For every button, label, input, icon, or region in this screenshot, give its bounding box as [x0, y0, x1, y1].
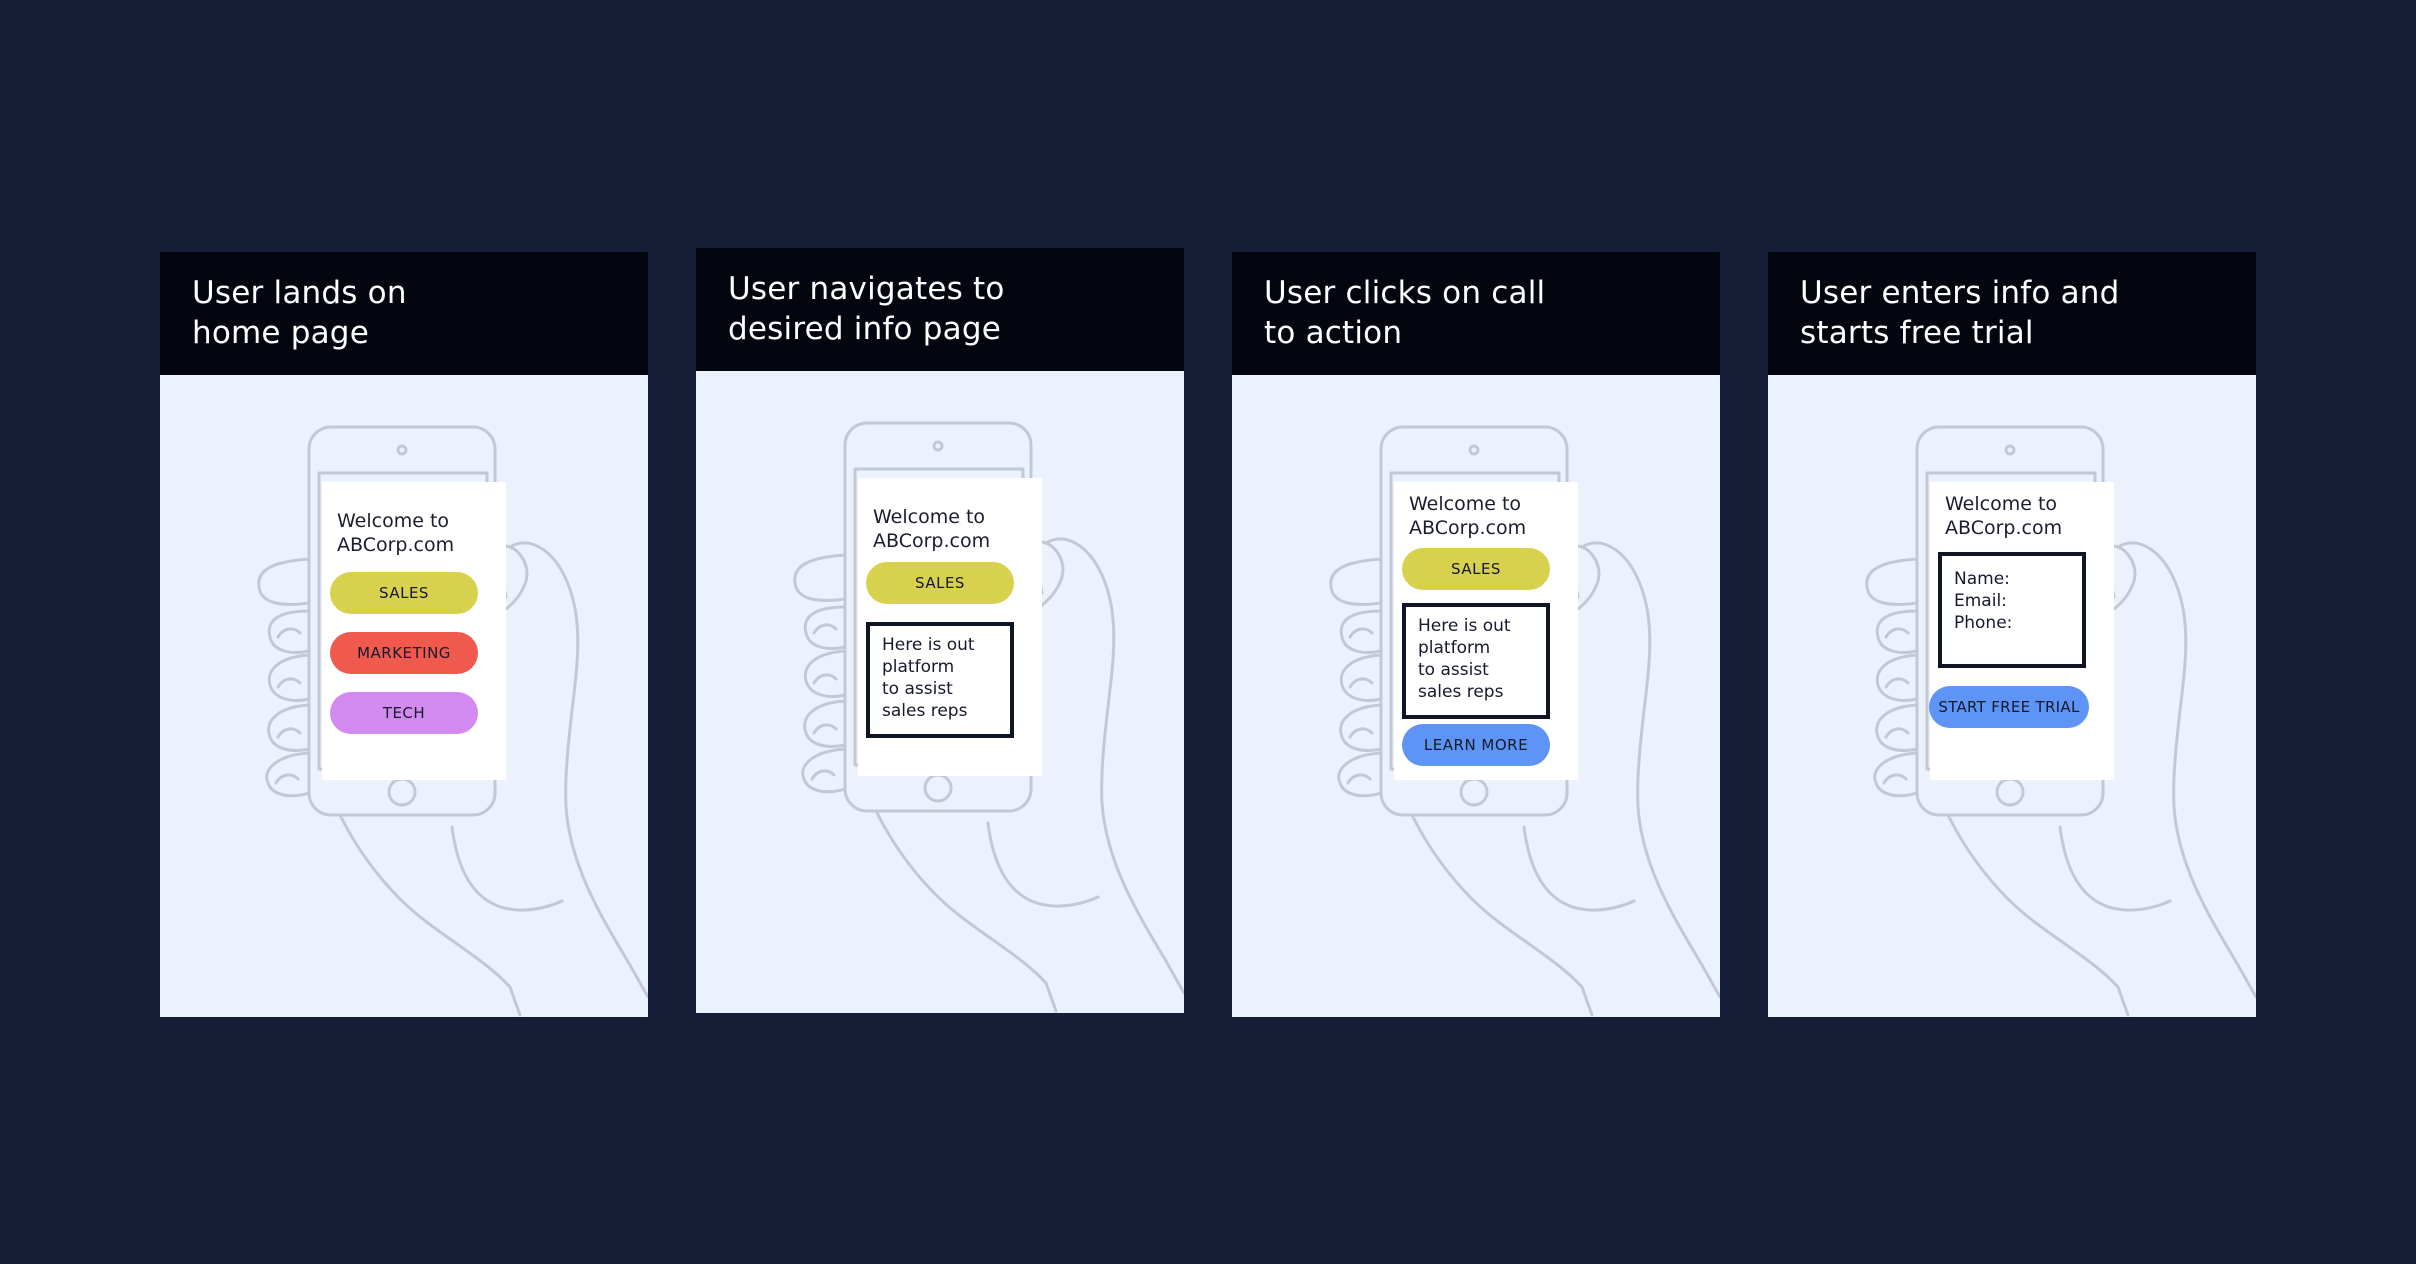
email-field[interactable]: Email:	[1954, 590, 2070, 612]
tech-button[interactable]: TECH	[330, 692, 478, 734]
panel-2: User navigates to desired info page Welc…	[696, 248, 1184, 1013]
marketing-button[interactable]: MARKETING	[330, 632, 478, 674]
phone-screen: Welcome to ABCorp.com SALES Here is out …	[1394, 482, 1578, 780]
start-free-trial-button[interactable]: START FREE TRIAL	[1929, 686, 2089, 728]
phone-illustration: Welcome to ABCorp.com SALES MARKETING TE…	[160, 375, 648, 1017]
title-line: home page	[192, 315, 369, 351]
title-line: starts free trial	[1800, 315, 2034, 351]
phone-screen: Welcome to ABCorp.com Name: Email: Phone…	[1929, 482, 2114, 780]
title-line: User enters info and	[1800, 275, 2120, 311]
panel-3: User clicks on call to action Welcome to…	[1232, 252, 1720, 1017]
title-line: User lands on	[192, 275, 407, 311]
panel-4: User enters info and starts free trial W…	[1768, 252, 2256, 1017]
welcome-line: ABCorp.com	[1945, 517, 2063, 539]
info-line: to assist	[882, 679, 953, 699]
sales-button[interactable]: SALES	[866, 562, 1014, 604]
sales-button[interactable]: SALES	[330, 572, 478, 614]
learn-more-button[interactable]: LEARN MORE	[1402, 724, 1550, 766]
phone-illustration: Welcome to ABCorp.com SALES Here is out …	[696, 371, 1184, 1013]
welcome-text: Welcome to ABCorp.com	[1945, 492, 2105, 540]
title-line: User clicks on call	[1264, 275, 1546, 311]
welcome-line: Welcome to	[337, 510, 450, 532]
panel-title: User navigates to desired info page	[728, 269, 1152, 349]
welcome-text: Welcome to ABCorp.com	[873, 505, 1033, 553]
phone-illustration: Welcome to ABCorp.com Name: Email: Phone…	[1768, 375, 2256, 1017]
welcome-line: Welcome to	[873, 506, 986, 528]
info-line: platform	[882, 657, 955, 677]
panel-header: User lands on home page	[160, 252, 648, 375]
signup-form: Name: Email: Phone:	[1938, 552, 2086, 668]
welcome-line: Welcome to	[1945, 493, 2058, 515]
sales-button[interactable]: SALES	[1402, 548, 1550, 590]
panel-title: User lands on home page	[192, 273, 616, 353]
panel-header: User enters info and starts free trial	[1768, 252, 2256, 375]
name-field[interactable]: Name:	[1954, 568, 2070, 590]
panel-title: User clicks on call to action	[1264, 273, 1688, 353]
panel-header: User clicks on call to action	[1232, 252, 1720, 375]
welcome-text: Welcome to ABCorp.com	[337, 509, 497, 557]
phone-field[interactable]: Phone:	[1954, 612, 2070, 634]
panel-1: User lands on home page Welcome to ABCor…	[160, 252, 648, 1017]
panel-header: User navigates to desired info page	[696, 248, 1184, 371]
phone-screen: Welcome to ABCorp.com SALES MARKETING TE…	[322, 482, 506, 780]
title-line: desired info page	[728, 311, 1002, 347]
welcome-text: Welcome to ABCorp.com	[1409, 492, 1569, 540]
info-box: Here is out platform to assist sales rep…	[1402, 603, 1550, 719]
info-line: sales reps	[1418, 682, 1504, 702]
welcome-line: Welcome to	[1409, 493, 1522, 515]
phone-screen: Welcome to ABCorp.com SALES Here is out …	[858, 478, 1042, 776]
welcome-line: ABCorp.com	[873, 530, 991, 552]
welcome-line: ABCorp.com	[337, 534, 455, 556]
title-line: User navigates to	[728, 271, 1005, 307]
info-line: to assist	[1418, 660, 1489, 680]
info-line: Here is out	[1418, 616, 1511, 636]
info-line: platform	[1418, 638, 1491, 658]
welcome-line: ABCorp.com	[1409, 517, 1527, 539]
info-line: sales reps	[882, 701, 968, 721]
phone-illustration: Welcome to ABCorp.com SALES Here is out …	[1232, 375, 1720, 1017]
title-line: to action	[1264, 315, 1403, 351]
panel-title: User enters info and starts free trial	[1800, 273, 2224, 353]
info-line: Here is out	[882, 635, 975, 655]
info-box: Here is out platform to assist sales rep…	[866, 622, 1014, 738]
